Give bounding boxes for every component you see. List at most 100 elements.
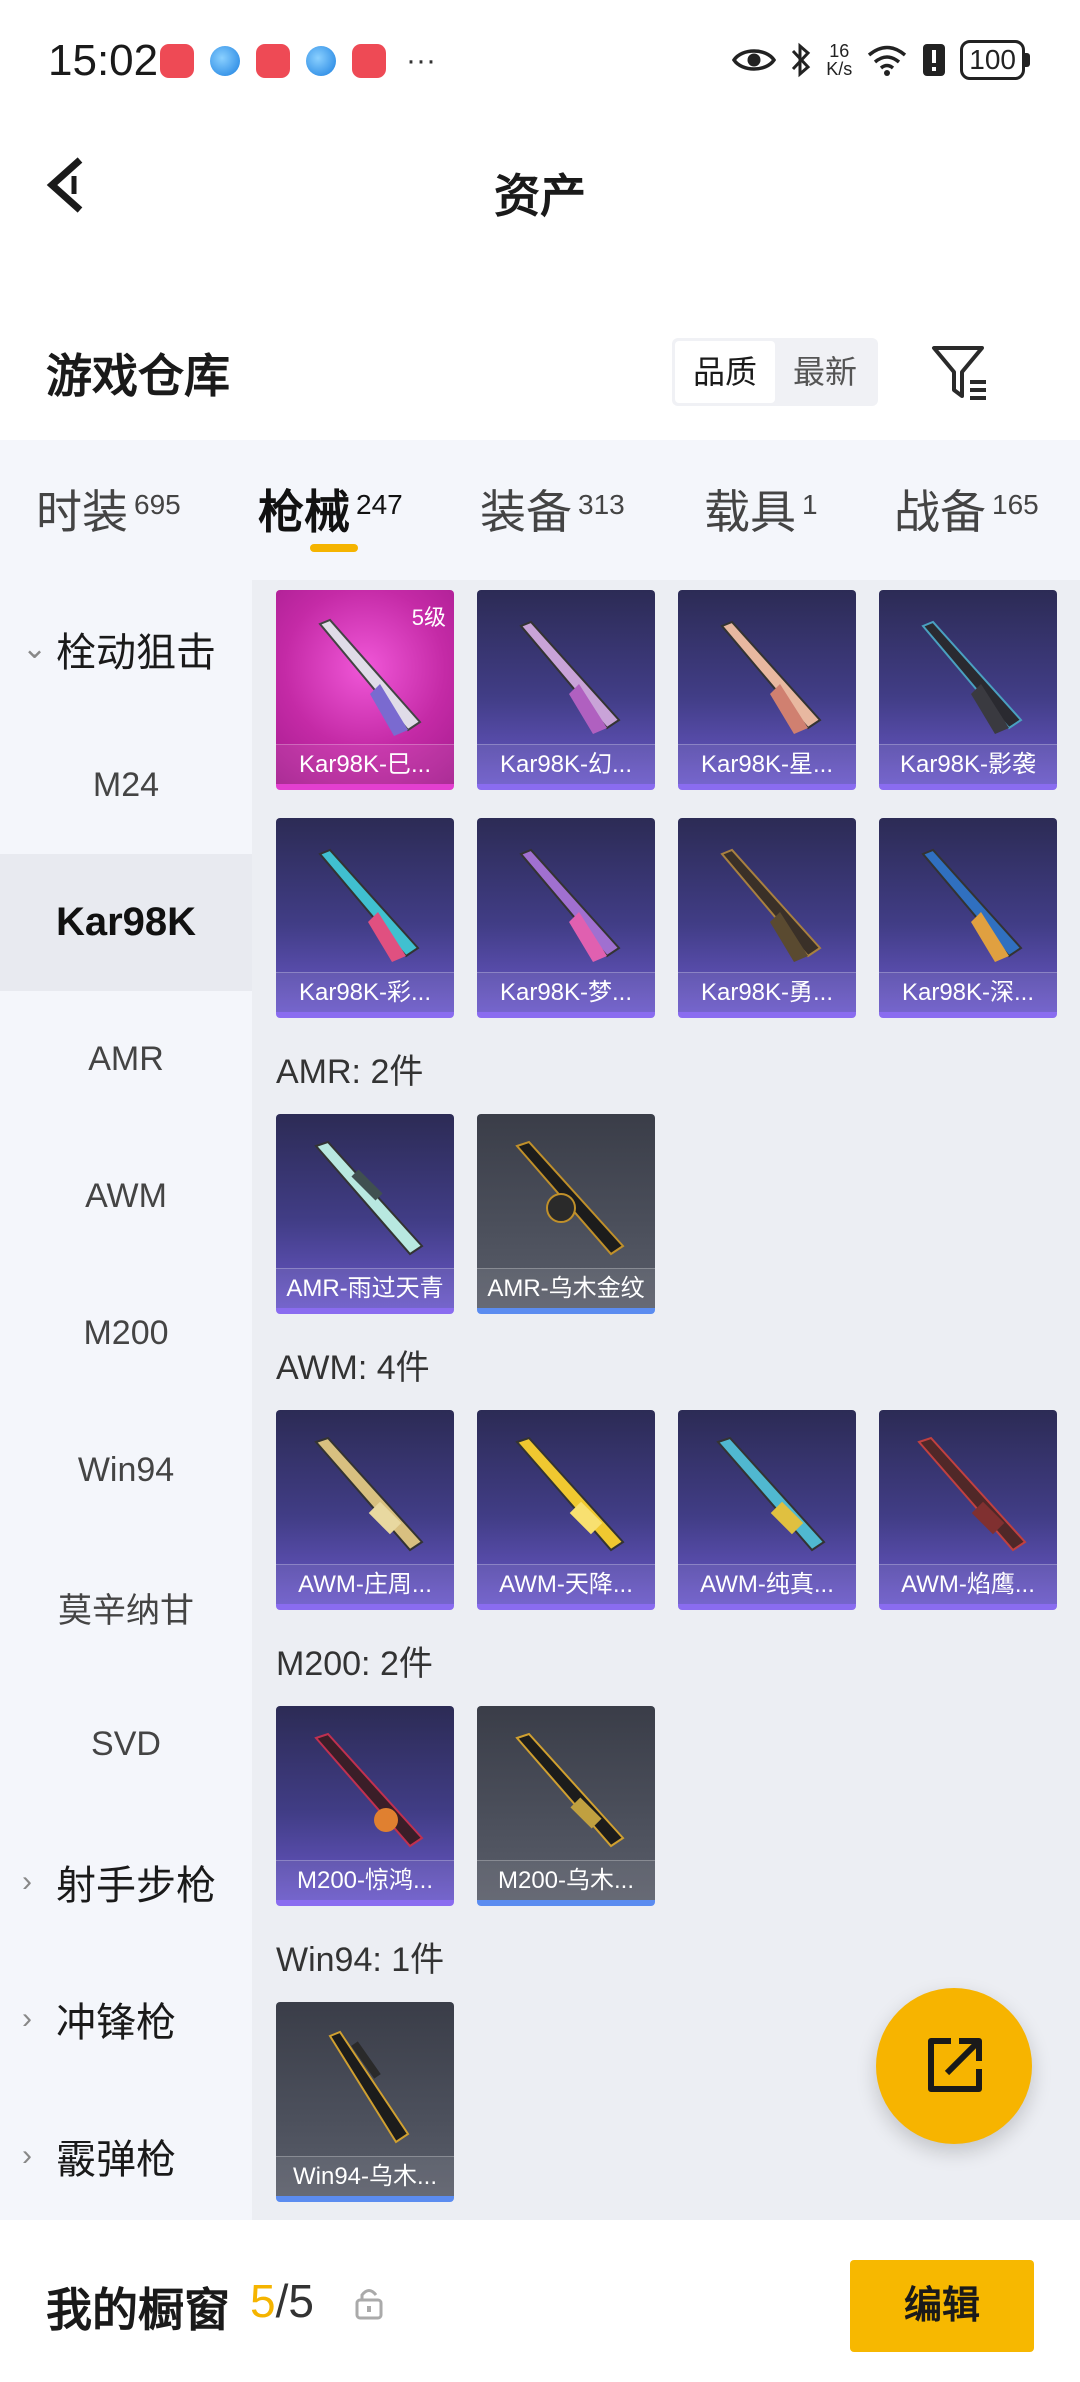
sniper-rifle-icon — [314, 1140, 424, 1256]
status-right: 16 K/s 100 — [732, 40, 1030, 80]
sidebar-item-win94[interactable]: Win94 — [0, 1402, 252, 1539]
sniper-rifle-icon — [314, 1436, 424, 1552]
sidebar-group-smg[interactable]: › 冲锋枪 — [0, 1950, 252, 2087]
sidebar-group-bolt-action[interactable]: ⌄ 栓动狙击 — [0, 580, 252, 717]
alert-icon — [923, 44, 946, 76]
section-label-win94: Win94: 1件 — [276, 1941, 445, 1979]
item-card[interactable]: AWM-纯真... — [678, 1410, 856, 1610]
status-bar: 15:02 ··· 16 K/s 100 — [0, 0, 1080, 120]
rifle-icon — [519, 620, 621, 734]
item-name: AMR-雨过天青 — [276, 1268, 454, 1308]
item-card[interactable]: Win94-乌木... — [276, 2002, 454, 2202]
rifle-icon — [921, 848, 1023, 962]
item-card[interactable]: M200-惊鸿... — [276, 1706, 454, 1906]
sniper-rifle-icon — [515, 1732, 625, 1848]
item-card[interactable]: 5级 Kar98K-巳... — [276, 590, 454, 790]
sidebar-item-amr[interactable]: AMR — [0, 991, 252, 1128]
tab-weapons[interactable]: 枪械 247 — [258, 476, 403, 542]
chevron-down-icon: ⌄ — [22, 632, 48, 665]
wifi-icon — [868, 45, 907, 76]
bluetooth-icon — [792, 42, 811, 78]
item-name: Kar98K-影袭 — [879, 744, 1057, 784]
shopping-app-icon — [160, 44, 194, 78]
sort-quality-button[interactable]: 品质 — [675, 341, 775, 403]
item-card[interactable]: AWM-天降... — [477, 1410, 655, 1610]
rifle-icon — [318, 848, 420, 962]
sidebar-group-shotgun[interactable]: › 霰弹枪 — [0, 2087, 252, 2224]
warehouse-header: 游戏仓库 品质 最新 — [0, 320, 1080, 420]
warehouse-title: 游戏仓库 — [46, 350, 230, 402]
item-card[interactable]: AMR-乌木金纹 — [477, 1114, 655, 1314]
battery-icon: 100 — [960, 40, 1030, 80]
status-time: 15:02 — [48, 36, 159, 85]
item-card[interactable]: Kar98K-幻... — [477, 590, 655, 790]
item-card[interactable]: Kar98K-星... — [678, 590, 856, 790]
item-card[interactable]: Kar98K-彩... — [276, 818, 454, 1018]
item-name: AWM-焰鹰... — [879, 1564, 1057, 1604]
lock-icon — [355, 2289, 383, 2320]
item-name: Kar98K-勇... — [678, 972, 856, 1012]
network-speed: 16 K/s — [826, 41, 853, 79]
sidebar-item-svd[interactable]: SVD — [0, 1676, 252, 1813]
chevron-right-icon: › — [22, 1864, 32, 1898]
item-card[interactable]: Kar98K-勇... — [678, 818, 856, 1018]
showcase-count: 5/5 — [250, 2275, 314, 2327]
sniper-rifle-icon — [515, 1140, 625, 1256]
tab-fashion[interactable]: 时装 695 — [36, 476, 181, 542]
tab-vehicles[interactable]: 载具 1 — [704, 476, 818, 542]
rifle-icon — [921, 620, 1023, 734]
item-card[interactable]: AWM-焰鹰... — [879, 1410, 1057, 1610]
item-card[interactable]: Kar98K-梦... — [477, 818, 655, 1018]
section-label-m200: M200: 2件 — [276, 1645, 433, 1683]
item-name: M200-惊鸿... — [276, 1860, 454, 1900]
eye-icon — [732, 49, 777, 71]
share-external-icon — [928, 2038, 982, 2092]
rifle-icon — [720, 620, 822, 734]
item-name: Kar98K-幻... — [477, 744, 655, 784]
share-showcase-button[interactable] — [876, 1988, 1032, 2144]
item-card[interactable]: Kar98K-影袭 — [879, 590, 1057, 790]
sidebar-item-awm[interactable]: AWM — [0, 1128, 252, 1265]
item-level-badge: 5级 — [411, 605, 446, 630]
item-name: AMR-乌木金纹 — [477, 1268, 655, 1308]
rifle-icon — [328, 2030, 410, 2144]
section-label-amr: AMR: 2件 — [276, 1053, 424, 1091]
item-card[interactable]: AWM-庄周... — [276, 1410, 454, 1610]
item-card[interactable]: AMR-雨过天青 — [276, 1114, 454, 1314]
weapon-type-sidebar: ⌄ 栓动狙击 M24 Kar98K AMR AWM M200 Win94 莫辛纳甘… — [0, 580, 252, 2220]
item-card[interactable]: Kar98K-深... — [879, 818, 1057, 1018]
item-name: AWM-纯真... — [678, 1564, 856, 1604]
tab-equipment[interactable]: 装备 313 — [480, 476, 625, 542]
item-name: M200-乌木... — [477, 1860, 655, 1900]
sort-latest-button[interactable]: 最新 — [775, 341, 875, 403]
item-grid: 5级 Kar98K-巳... Kar98K-幻... Kar98K-星... K… — [252, 580, 1080, 2220]
sniper-rifle-icon — [515, 1436, 625, 1552]
more-notifications-icon: ··· — [406, 44, 436, 77]
sort-segmented-control: 品质 最新 — [672, 338, 878, 406]
filter-button[interactable] — [928, 340, 992, 404]
sidebar-item-m200[interactable]: M200 — [0, 1265, 252, 1402]
sniper-rifle-icon — [917, 1436, 1027, 1552]
item-name: AWM-天降... — [477, 1564, 655, 1604]
item-name: Kar98K-深... — [879, 972, 1057, 1012]
shopping-app-icon — [256, 44, 290, 78]
tab-indicator — [310, 544, 358, 552]
sidebar-item-kar98k[interactable]: Kar98K — [0, 854, 252, 991]
item-name: Kar98K-彩... — [276, 972, 454, 1012]
filter-icon — [932, 346, 986, 400]
sidebar-item-mosin-nagant[interactable]: 莫辛纳甘 — [0, 1539, 252, 1676]
rifle-icon — [519, 848, 621, 962]
edit-button[interactable]: 编辑 — [850, 2260, 1034, 2352]
item-card[interactable]: M200-乌木... — [477, 1706, 655, 1906]
tab-combat-supplies[interactable]: 战备 165 — [894, 476, 1039, 542]
item-name: Kar98K-星... — [678, 744, 856, 784]
top-nav: 资产 — [0, 120, 1080, 255]
shopping-app-icon — [352, 44, 386, 78]
sidebar-item-m24[interactable]: M24 — [0, 717, 252, 854]
sidebar-group-marksman[interactable]: › 射手步枪 — [0, 1813, 252, 1950]
browser-app-icon — [210, 46, 240, 76]
rifle-icon — [720, 848, 822, 962]
chevron-right-icon: › — [22, 2138, 32, 2172]
sniper-rifle-icon — [314, 1732, 424, 1848]
notification-icons: ··· — [160, 44, 436, 78]
